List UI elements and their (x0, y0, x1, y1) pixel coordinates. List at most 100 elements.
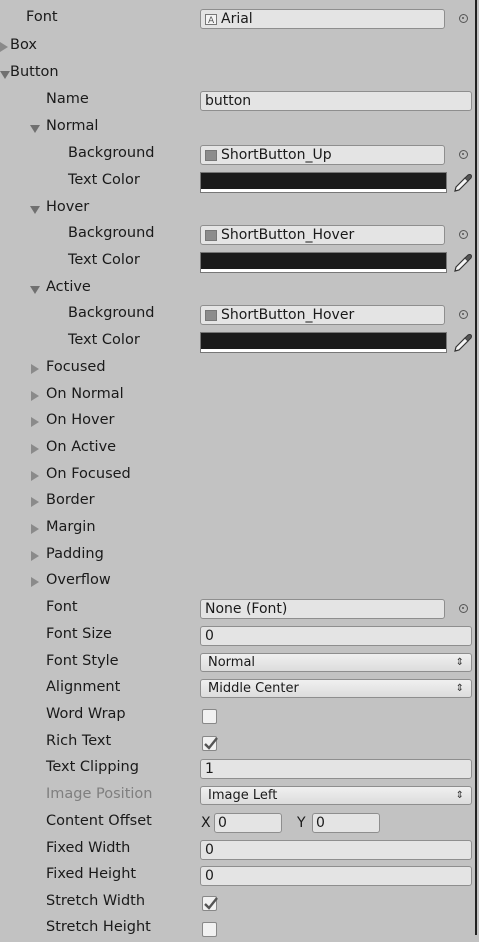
alignment-value: Middle Center (208, 681, 299, 696)
text-clipping-input[interactable]: 1 (200, 759, 472, 779)
hover-background-value: ShortButton_Hover (221, 227, 355, 243)
expand-arrow-icon[interactable] (31, 551, 39, 561)
text-color-label: Text Color (68, 252, 140, 268)
object-picker-icon[interactable] (459, 230, 468, 239)
object-picker-icon[interactable] (459, 604, 468, 613)
checkmark-icon (204, 897, 218, 910)
background-label: Background (68, 225, 155, 241)
expand-arrow-icon[interactable] (31, 444, 39, 454)
word-wrap-checkbox[interactable] (202, 709, 217, 724)
box-foldout[interactable]: Box (0, 34, 476, 60)
on-hover-foldout[interactable]: On Hover (0, 409, 476, 435)
hover-text-color-row: Text Color (0, 249, 476, 275)
eyedropper-icon[interactable] (452, 171, 474, 193)
fixed-height-label: Fixed Height (46, 866, 137, 882)
style-font-row: Font None (Font) (0, 596, 476, 622)
on-focused-foldout[interactable]: On Focused (0, 463, 476, 489)
normal-label: Normal (46, 118, 99, 134)
collapse-arrow-icon[interactable] (30, 206, 40, 214)
style-font-label: Font (46, 599, 78, 615)
active-background-field[interactable]: ShortButton_Hover (200, 305, 445, 325)
texture-icon (205, 230, 217, 241)
image-position-dropdown[interactable]: Image Left ⇕ (200, 786, 472, 805)
fixed-height-input[interactable]: 0 (200, 866, 472, 886)
active-foldout[interactable]: Active (0, 276, 476, 302)
expand-arrow-icon[interactable] (31, 471, 39, 481)
font-style-dropdown[interactable]: Normal ⇕ (200, 653, 472, 672)
font-style-label: Font Style (46, 653, 119, 669)
object-picker-icon[interactable] (459, 150, 468, 159)
collapse-arrow-icon[interactable] (30, 125, 40, 133)
rich-text-label: Rich Text (46, 733, 112, 749)
font-object-field[interactable]: Arial (200, 9, 445, 29)
active-text-color-row: Text Color (0, 329, 476, 355)
hover-background-row: Background ShortButton_Hover (0, 222, 476, 248)
font-asset-icon (205, 12, 217, 28)
fixed-width-input[interactable]: 0 (200, 840, 472, 860)
on-active-foldout[interactable]: On Active (0, 436, 476, 462)
fixed-height-row: Fixed Height 0 (0, 863, 476, 889)
alignment-row: Alignment Middle Center ⇕ (0, 676, 476, 702)
object-picker-icon[interactable] (459, 14, 468, 23)
content-offset-label: Content Offset (46, 813, 152, 829)
expand-arrow-icon[interactable] (31, 524, 39, 534)
name-input[interactable]: button (200, 91, 472, 111)
background-label: Background (68, 145, 155, 161)
eyedropper-icon[interactable] (452, 331, 474, 353)
stretch-height-row: Stretch Height (0, 916, 476, 942)
padding-foldout[interactable]: Padding (0, 543, 476, 569)
font-object-value: Arial (221, 11, 253, 27)
hover-text-color-swatch[interactable] (200, 252, 447, 273)
normal-background-field[interactable]: ShortButton_Up (200, 145, 445, 165)
expand-arrow-icon[interactable] (31, 577, 39, 587)
expand-arrow-icon[interactable] (0, 42, 8, 52)
style-font-field[interactable]: None (Font) (200, 599, 445, 619)
stretch-width-label: Stretch Width (46, 893, 146, 909)
button-label: Button (10, 64, 59, 80)
font-label: Font (26, 9, 58, 25)
border-foldout[interactable]: Border (0, 489, 476, 515)
font-row: Font Arial (0, 6, 476, 32)
name-label: Name (46, 91, 89, 107)
hover-foldout[interactable]: Hover (0, 196, 476, 222)
foldout-label: On Hover (46, 412, 115, 428)
text-clipping-label: Text Clipping (46, 759, 139, 775)
texture-icon (205, 310, 217, 321)
collapse-arrow-icon[interactable] (30, 286, 40, 294)
expand-arrow-icon[interactable] (31, 364, 39, 374)
offset-y-input[interactable]: 0 (312, 813, 380, 833)
updown-chevron-icon: ⇕ (455, 790, 464, 801)
eyedropper-icon[interactable] (452, 251, 474, 273)
name-row: Name button (0, 88, 476, 114)
margin-foldout[interactable]: Margin (0, 516, 476, 542)
rich-text-checkbox[interactable] (202, 736, 218, 751)
hover-background-field[interactable]: ShortButton_Hover (200, 225, 445, 245)
box-label: Box (10, 37, 37, 53)
fixed-width-row: Fixed Width 0 (0, 837, 476, 863)
foldout-label: Overflow (46, 572, 111, 588)
expand-arrow-icon[interactable] (31, 417, 39, 427)
expand-arrow-icon[interactable] (31, 497, 39, 507)
normal-foldout[interactable]: Normal (0, 115, 476, 141)
offset-x-input[interactable]: 0 (214, 813, 282, 833)
foldout-label: Focused (46, 359, 106, 375)
normal-background-value: ShortButton_Up (221, 147, 332, 163)
button-foldout[interactable]: Button (0, 61, 476, 87)
on-normal-foldout[interactable]: On Normal (0, 383, 476, 409)
font-size-input[interactable]: 0 (200, 626, 472, 646)
image-position-row: Image Position Image Left ⇕ (0, 783, 476, 809)
foldout-label: Margin (46, 519, 96, 535)
expand-arrow-icon[interactable] (31, 391, 39, 401)
updown-chevron-icon: ⇕ (455, 683, 464, 694)
overflow-foldout[interactable]: Overflow (0, 569, 476, 595)
object-picker-icon[interactable] (459, 310, 468, 319)
active-text-color-swatch[interactable] (200, 332, 447, 353)
normal-text-color-swatch[interactable] (200, 172, 447, 193)
collapse-arrow-icon[interactable] (0, 71, 10, 79)
focused-foldout[interactable]: Focused (0, 356, 476, 382)
alignment-label: Alignment (46, 679, 121, 695)
updown-chevron-icon: ⇕ (455, 657, 464, 668)
alignment-dropdown[interactable]: Middle Center ⇕ (200, 679, 472, 698)
text-color-label: Text Color (68, 332, 140, 348)
stretch-width-checkbox[interactable] (202, 896, 218, 911)
